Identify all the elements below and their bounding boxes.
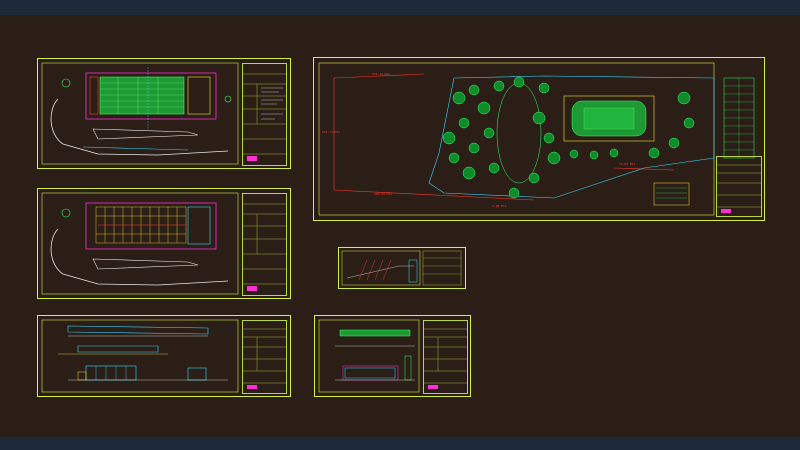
dimension-bottom-label: 200.44 Mts [374, 192, 393, 196]
title-block-lines [424, 328, 467, 389]
title-block [423, 320, 468, 394]
sheet-elevations[interactable] [37, 315, 291, 397]
bottom-chrome-bar [0, 437, 800, 450]
detail-drawing [341, 250, 462, 286]
title-block-lines [243, 328, 286, 389]
title-block-lines [243, 203, 286, 291]
sheet-site-plan[interactable] [37, 58, 291, 169]
sheet-detail[interactable] [338, 247, 466, 289]
title-block [242, 193, 287, 296]
sheet-main-site-plan[interactable]: 224.14 Mts 124.74 Mts 200.44 Mts 76.60 M… [313, 57, 765, 221]
top-chrome-bar [0, 0, 800, 15]
sheet-section[interactable] [314, 315, 471, 397]
sheet-floor-plan[interactable] [37, 188, 291, 299]
dimension-left-label: 124.74 Mts [322, 130, 341, 134]
title-block [242, 63, 287, 166]
dimension-right-label: 76.60 Mts [619, 162, 636, 166]
title-block [242, 320, 287, 394]
dimension-top-label: 224.14 Mts [372, 72, 391, 76]
dimension-small-label: 4.48 Mts [492, 204, 507, 208]
title-block-lines [243, 73, 286, 161]
cad-model-space[interactable]: 224.14 Mts 124.74 Mts 200.44 Mts 76.60 M… [0, 15, 800, 437]
title-block [716, 156, 762, 217]
title-block-lines [717, 164, 761, 213]
